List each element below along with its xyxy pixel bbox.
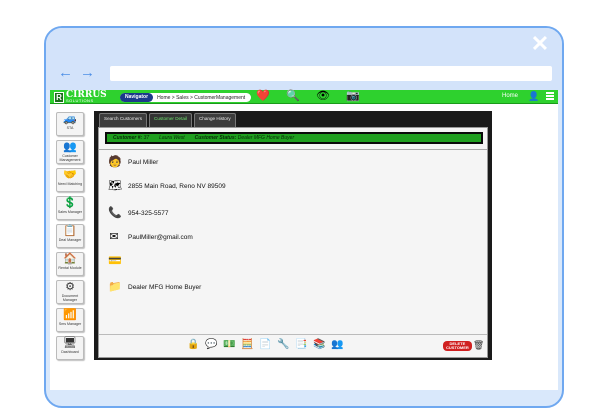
- divider: [99, 149, 487, 150]
- need-matching-icon: 🤝: [63, 169, 77, 181]
- sidebar-item-label: Deal Manager: [58, 238, 82, 242]
- sales-manager-icon: 💲: [63, 197, 77, 209]
- logo-wordmark: CIRRUS SOLUTIONS: [66, 90, 107, 103]
- customer-extra-row: 💳: [108, 254, 128, 268]
- breadcrumb[interactable]: Home > Sales > CustomerManagement: [153, 95, 245, 101]
- toolbar-divider: [99, 334, 487, 335]
- customer-detail-panel: Customer #: 37 Laura West Customer Statu…: [98, 127, 488, 358]
- navigator: Navigator Home > Sales > CustomerManagem…: [120, 93, 252, 102]
- sidebar-item-label: Document Manager: [61, 294, 79, 302]
- customer-management-icon: 👥: [63, 141, 77, 153]
- customer-address: 2855 Main Road, Reno NV 89509: [128, 182, 226, 190]
- sidebar-item-deal-manager[interactable]: 📋 Deal Manager: [56, 224, 84, 248]
- map-icon: 🗺: [108, 180, 122, 192]
- sidebar-item-label: STA: [66, 126, 74, 130]
- chat-icon[interactable]: 💬: [205, 338, 218, 351]
- tab-customer-detail[interactable]: Customer Detail: [149, 113, 192, 127]
- card-icon: 💳: [108, 255, 122, 267]
- heart-monitor-icon[interactable]: ❤️: [252, 90, 274, 103]
- header-icons: ❤️ 🔍 👁 📷: [252, 90, 364, 103]
- back-arrow-icon[interactable]: ←: [58, 65, 73, 80]
- customer-status-label: Customer Status:: [194, 135, 237, 141]
- tab-search-customers[interactable]: Search Customers: [99, 113, 148, 127]
- sidebar-item-customer-management[interactable]: 👥 Customer Management: [56, 140, 84, 164]
- app-window: R CIRRUS SOLUTIONS Navigator Home > Sale…: [50, 90, 558, 390]
- lock-icon[interactable]: 🔒: [187, 338, 200, 351]
- hamburger-menu-icon[interactable]: [546, 91, 554, 101]
- sidebar-item-need-matching[interactable]: 🤝 Need Matching: [56, 168, 84, 192]
- sidebar-item-label: Sales Manager: [57, 210, 83, 214]
- customer-email-row: ✉ PaulMiller@gmail.com: [108, 230, 193, 244]
- delete-label-line2: CUSTOMER: [446, 344, 469, 350]
- user-icon[interactable]: 👤: [528, 91, 539, 102]
- browser-toolbar: ✕ ← →: [46, 28, 562, 90]
- customer-status: Customer Status: Dealer MFG Home Buyer: [195, 135, 294, 141]
- customer-number: Customer #: 37: [113, 135, 149, 141]
- sidebar-item-label: Rental Module: [58, 266, 82, 270]
- search-eye-icon[interactable]: 👁: [312, 90, 334, 103]
- customer-status-value: Dealer MFG Home Buyer: [237, 135, 295, 141]
- customer-email: PaulMiller@gmail.com: [128, 233, 193, 241]
- search-users-icon[interactable]: 🔍: [282, 90, 304, 103]
- document-manager-icon: ⚙: [65, 281, 75, 293]
- customer-name-row: 🧑 Paul Miller: [108, 155, 158, 169]
- customer-name: Paul Miller: [128, 158, 159, 166]
- close-icon[interactable]: ✕: [530, 33, 550, 55]
- pdf-icon[interactable]: 📑: [295, 338, 308, 351]
- logo-mark: R: [54, 91, 64, 103]
- main-content: Search Customers Customer Detail Change …: [94, 111, 492, 360]
- action-toolbar: 🔒 💬 💵 🧮 📄 🔧 📑 📚 👥: [187, 338, 344, 351]
- customer-type: Dealer MFG Home Buyer: [128, 283, 202, 291]
- sidebar-item-label: Customer Management: [59, 154, 81, 162]
- customer-type-row: 📁 Dealer MFG Home Buyer: [108, 280, 201, 294]
- dashboard-icon: 🖥: [63, 337, 77, 349]
- customer-number-label: Customer #:: [113, 135, 143, 141]
- delete-customer-button[interactable]: DELETE CUSTOMER 🗑: [443, 340, 485, 351]
- url-bar[interactable]: [110, 66, 552, 81]
- customer-phone-row: 📞 954-325-5577: [108, 206, 168, 220]
- sidebar-item-label: Dashboard: [61, 350, 79, 354]
- sidebar-item-sales-manager[interactable]: 💲 Sales Manager: [56, 196, 84, 220]
- trash-icon: 🗑: [472, 340, 485, 350]
- phone-icon: 📞: [108, 207, 122, 219]
- agent-name: Laura West: [159, 135, 185, 141]
- navigator-button[interactable]: Navigator: [120, 93, 154, 102]
- tab-change-history[interactable]: Change History: [193, 113, 236, 127]
- sidebar-item-dashboard[interactable]: 🖥 Dashboard: [56, 336, 84, 360]
- money-icon[interactable]: 💵: [223, 338, 236, 351]
- sidebar-item-label: Sms Manager: [58, 322, 82, 326]
- sms-manager-icon: 📶: [63, 309, 77, 321]
- deal-manager-icon: 📋: [63, 225, 77, 237]
- sidebar: 🚙 STA 👥 Customer Management 🤝 Need Matching…: [56, 112, 84, 364]
- rental-module-icon: 🏠: [63, 253, 77, 265]
- document-icon[interactable]: 📄: [259, 338, 272, 351]
- delete-label: DELETE CUSTOMER: [443, 340, 472, 351]
- stack-icon[interactable]: 📚: [313, 338, 326, 351]
- app-header: R CIRRUS SOLUTIONS Navigator Home > Sale…: [50, 90, 558, 104]
- sidebar-item-rental-module[interactable]: 🏠 Rental Module: [56, 252, 84, 276]
- sidebar-item-label: Need Matching: [57, 182, 83, 186]
- folder-icon: 📁: [108, 281, 122, 293]
- logo: R CIRRUS SOLUTIONS: [54, 90, 107, 103]
- forward-arrow-icon[interactable]: →: [80, 65, 95, 80]
- person-icon: 🧑: [108, 156, 122, 168]
- home-link[interactable]: Home: [502, 93, 518, 99]
- sidebar-item-sta[interactable]: 🚙 STA: [56, 112, 84, 136]
- camera-icon[interactable]: 📷: [342, 90, 364, 103]
- browser-window: ✕ ← → R CIRRUS SOLUTIONS Navigator Home …: [44, 26, 564, 408]
- add-user-icon[interactable]: 👥: [331, 338, 344, 351]
- tools-icon[interactable]: 🔧: [277, 338, 290, 351]
- customer-status-bar: Customer #: 37 Laura West Customer Statu…: [105, 132, 483, 144]
- sidebar-item-sms-manager[interactable]: 📶 Sms Manager: [56, 308, 84, 332]
- customer-phone: 954-325-5577: [128, 209, 169, 217]
- calculator-icon[interactable]: 🧮: [241, 338, 254, 351]
- browser-nav: ← →: [58, 65, 95, 80]
- sta-icon: 🚙: [63, 113, 77, 125]
- customer-number-value: 37: [143, 135, 150, 141]
- sidebar-item-document-manager[interactable]: ⚙ Document Manager: [56, 280, 84, 304]
- customer-address-row: 🗺 2855 Main Road, Reno NV 89509: [108, 179, 226, 193]
- email-icon: ✉: [109, 231, 119, 243]
- tab-bar: Search Customers Customer Detail Change …: [99, 113, 236, 127]
